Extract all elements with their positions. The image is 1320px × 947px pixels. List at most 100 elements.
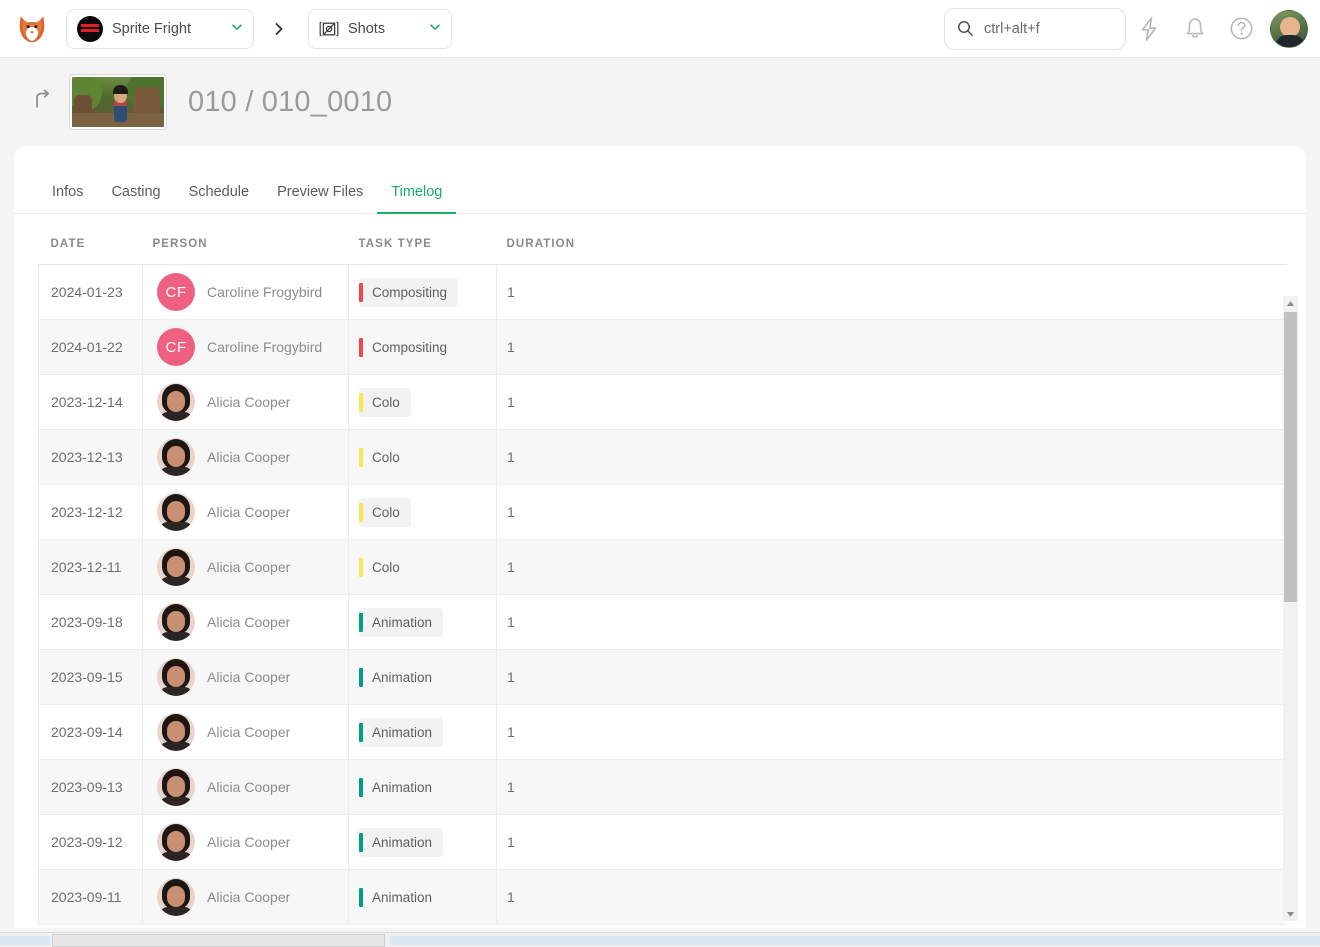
cell-date: 2023-09-15 bbox=[38, 649, 143, 705]
column-header-duration[interactable]: DURATION bbox=[496, 214, 1287, 265]
avatar bbox=[157, 768, 195, 806]
task-type-chip[interactable]: Animation bbox=[359, 883, 443, 912]
cell-task-type: Animation bbox=[348, 594, 497, 650]
horizontal-scrollbar-thumb[interactable] bbox=[52, 934, 385, 947]
person: Alicia Cooper bbox=[157, 438, 348, 476]
person-name: Alicia Cooper bbox=[207, 614, 291, 630]
task-type-chip[interactable]: Compositing bbox=[359, 277, 459, 307]
bell-icon[interactable] bbox=[1172, 6, 1218, 52]
cell-task-type: Animation bbox=[348, 704, 497, 760]
person: Alicia Cooper bbox=[157, 823, 348, 861]
timelog-table-wrapper: DATE PERSON TASK TYPE DURATION 2024-01-2… bbox=[14, 214, 1306, 925]
table-row[interactable]: 2023-12-14 Alicia Cooper Colo 1 bbox=[38, 374, 1287, 430]
tab-bar: Infos Casting Schedule Preview Files Tim… bbox=[14, 146, 1306, 214]
person-name: Alicia Cooper bbox=[207, 449, 291, 465]
avatar-initials: CF bbox=[157, 328, 195, 366]
task-type-chip[interactable]: Animation bbox=[359, 607, 444, 637]
column-header-date[interactable]: DATE bbox=[38, 214, 143, 265]
project-selector[interactable]: Sprite Fright bbox=[66, 8, 254, 49]
task-type-label: Animation bbox=[372, 614, 433, 630]
cell-duration: 1 bbox=[496, 264, 1287, 320]
cell-person: CF Caroline Frogybird bbox=[142, 264, 349, 320]
tab-casting[interactable]: Casting bbox=[97, 184, 174, 214]
avatar bbox=[157, 438, 195, 476]
task-type-chip[interactable]: Animation bbox=[359, 773, 443, 802]
cell-task-type: Colo bbox=[348, 484, 497, 540]
table-head: DATE PERSON TASK TYPE DURATION bbox=[38, 214, 1287, 265]
project-thumbnail bbox=[77, 15, 103, 42]
task-type-chip[interactable]: Animation bbox=[359, 717, 444, 747]
cell-duration: 1 bbox=[496, 759, 1287, 815]
table-row[interactable]: 2023-12-13 Alicia Cooper Colo 1 bbox=[38, 429, 1287, 485]
lightning-icon[interactable] bbox=[1126, 6, 1172, 52]
entity-type-selector[interactable]: Shots bbox=[308, 8, 452, 49]
person: CF Caroline Frogybird bbox=[157, 273, 348, 311]
vertical-scrollbar[interactable] bbox=[1283, 296, 1298, 921]
user-avatar[interactable] bbox=[1270, 9, 1308, 48]
cell-duration: 1 bbox=[496, 484, 1287, 540]
table-row[interactable]: 2023-09-18 Alicia Cooper Animation 1 bbox=[38, 594, 1287, 650]
task-type-chip[interactable]: Animation bbox=[359, 663, 443, 692]
cell-date: 2023-12-11 bbox=[38, 539, 143, 595]
person-name: Caroline Frogybird bbox=[207, 339, 323, 355]
column-header-person[interactable]: PERSON bbox=[142, 214, 349, 265]
horizontal-scrollbar[interactable] bbox=[0, 932, 1320, 947]
top-bar-actions bbox=[944, 6, 1308, 52]
cell-date: 2023-09-14 bbox=[38, 704, 143, 760]
avatar bbox=[157, 493, 195, 531]
task-type-chip[interactable]: Colo bbox=[359, 553, 411, 582]
search-box[interactable] bbox=[944, 7, 1126, 50]
table-row[interactable]: 2024-01-23 CF Caroline Frogybird Compositin… bbox=[38, 264, 1287, 320]
task-color-bar bbox=[359, 777, 363, 797]
task-type-label: Colo bbox=[372, 559, 400, 575]
table-header-row: DATE PERSON TASK TYPE DURATION bbox=[38, 214, 1287, 265]
task-type-label: Animation bbox=[372, 779, 433, 795]
table-row[interactable]: 2023-09-15 Alicia Cooper Animation 1 bbox=[38, 649, 1287, 705]
cell-person: Alicia Cooper bbox=[142, 539, 349, 595]
column-header-task-type[interactable]: TASK TYPE bbox=[348, 214, 497, 265]
tab-schedule[interactable]: Schedule bbox=[175, 184, 263, 214]
tab-preview-files[interactable]: Preview Files bbox=[263, 184, 377, 214]
task-type-chip[interactable]: Colo bbox=[359, 497, 411, 527]
shot-thumbnail[interactable] bbox=[70, 75, 166, 129]
cell-duration: 1 bbox=[496, 869, 1287, 925]
help-icon[interactable] bbox=[1218, 6, 1264, 52]
scroll-down-arrow-icon[interactable] bbox=[1283, 907, 1298, 921]
cell-date: 2023-12-13 bbox=[38, 429, 143, 485]
cell-person: Alicia Cooper bbox=[142, 429, 349, 485]
table-row[interactable]: 2023-09-12 Alicia Cooper Animation 1 bbox=[38, 814, 1287, 870]
table-row[interactable]: 2024-01-22 CF Caroline Frogybird Compositin… bbox=[38, 319, 1287, 375]
person: CF Caroline Frogybird bbox=[157, 328, 348, 366]
task-color-bar bbox=[359, 392, 363, 412]
page-title: 010 / 010_0010 bbox=[188, 85, 393, 118]
task-type-chip[interactable]: Colo bbox=[359, 387, 411, 417]
vertical-scrollbar-thumb[interactable] bbox=[1284, 312, 1297, 602]
task-type-chip[interactable]: Animation bbox=[359, 827, 444, 857]
table-row[interactable]: 2023-09-13 Alicia Cooper Animation 1 bbox=[38, 759, 1287, 815]
avatar bbox=[157, 658, 195, 696]
table-row[interactable]: 2023-09-11 Alicia Cooper Animation 1 bbox=[38, 869, 1287, 925]
person: Alicia Cooper bbox=[157, 878, 348, 916]
cell-task-type: Compositing bbox=[348, 264, 497, 320]
table-row[interactable]: 2023-12-11 Alicia Cooper Colo 1 bbox=[38, 539, 1287, 595]
tab-timelog[interactable]: Timelog bbox=[377, 184, 457, 214]
person-name: Alicia Cooper bbox=[207, 669, 291, 685]
person-name: Alicia Cooper bbox=[207, 724, 291, 740]
task-type-chip[interactable]: Colo bbox=[359, 443, 411, 472]
scroll-up-arrow-icon[interactable] bbox=[1283, 296, 1298, 310]
task-type-label: Animation bbox=[372, 889, 433, 905]
table-row[interactable]: 2023-09-14 Alicia Cooper Animation 1 bbox=[38, 704, 1287, 760]
tab-infos[interactable]: Infos bbox=[38, 184, 97, 214]
cell-duration: 1 bbox=[496, 704, 1287, 760]
hscroll-track-right bbox=[390, 936, 1320, 945]
task-type-chip[interactable]: Compositing bbox=[359, 333, 458, 362]
task-color-bar bbox=[359, 832, 363, 852]
table-row[interactable]: 2023-12-12 Alicia Cooper Colo 1 bbox=[38, 484, 1287, 540]
cell-duration: 1 bbox=[496, 814, 1287, 870]
person: Alicia Cooper bbox=[157, 548, 348, 586]
task-color-bar bbox=[359, 722, 363, 742]
chevron-down-icon bbox=[429, 20, 441, 38]
search-input[interactable] bbox=[984, 20, 1113, 37]
fox-logo-icon[interactable] bbox=[10, 7, 54, 51]
back-arrow-icon[interactable] bbox=[26, 89, 60, 115]
